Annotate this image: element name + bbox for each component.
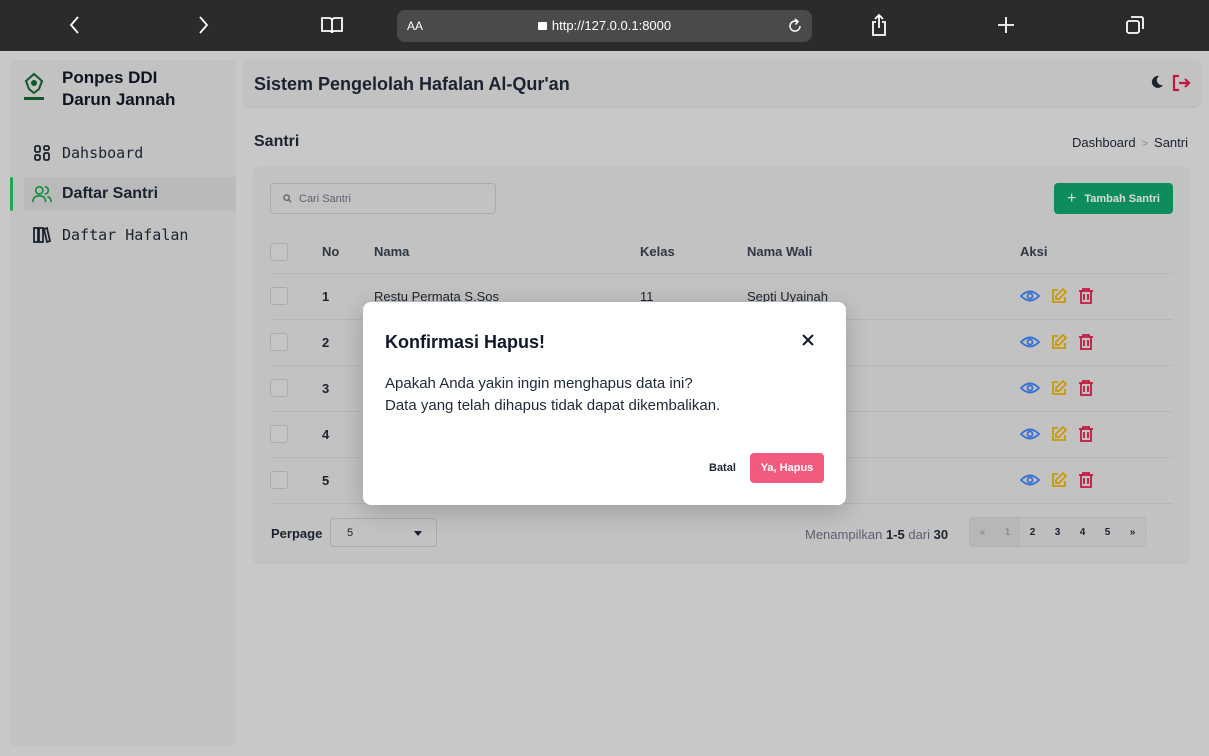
browser-toolbar: AA http://127.0.0.1:8000 [0,0,1209,51]
new-tab-button[interactable] [991,11,1021,39]
cancel-button[interactable]: Batal [709,462,736,474]
tabs-icon [1126,16,1144,34]
book-icon [321,17,343,34]
modal-line2: Data yang telah dihapus tidak dapat dike… [385,397,721,414]
close-icon [802,334,814,346]
forward-button[interactable] [188,11,218,39]
chevron-right-icon [199,16,209,34]
share-button[interactable] [864,11,894,39]
reload-button[interactable] [784,15,806,37]
confirm-delete-button[interactable]: Ya, Hapus [750,453,824,483]
delete-confirm-modal: Konfirmasi Hapus! Apakah Anda yakin ingi… [363,302,846,505]
modal-close-button[interactable] [800,332,816,348]
bookmarks-button[interactable] [317,11,347,39]
url-display: http://127.0.0.1:8000 [397,18,812,33]
modal-line1: Apakah Anda yakin ingin menghapus data i… [385,375,693,392]
lock-icon [537,22,547,30]
back-button[interactable] [60,11,90,39]
address-bar[interactable]: AA http://127.0.0.1:8000 [397,10,812,42]
reload-icon [789,18,801,32]
chevron-left-icon [69,16,79,34]
url-text: http://127.0.0.1:8000 [551,18,672,33]
share-icon [872,13,886,36]
plus-icon [998,17,1014,33]
modal-title: Konfirmasi Hapus! [385,332,546,352]
modal-message: Apakah Anda yakin ingin menghapus data i… [385,373,720,417]
tabs-overview-button[interactable] [1120,11,1150,39]
